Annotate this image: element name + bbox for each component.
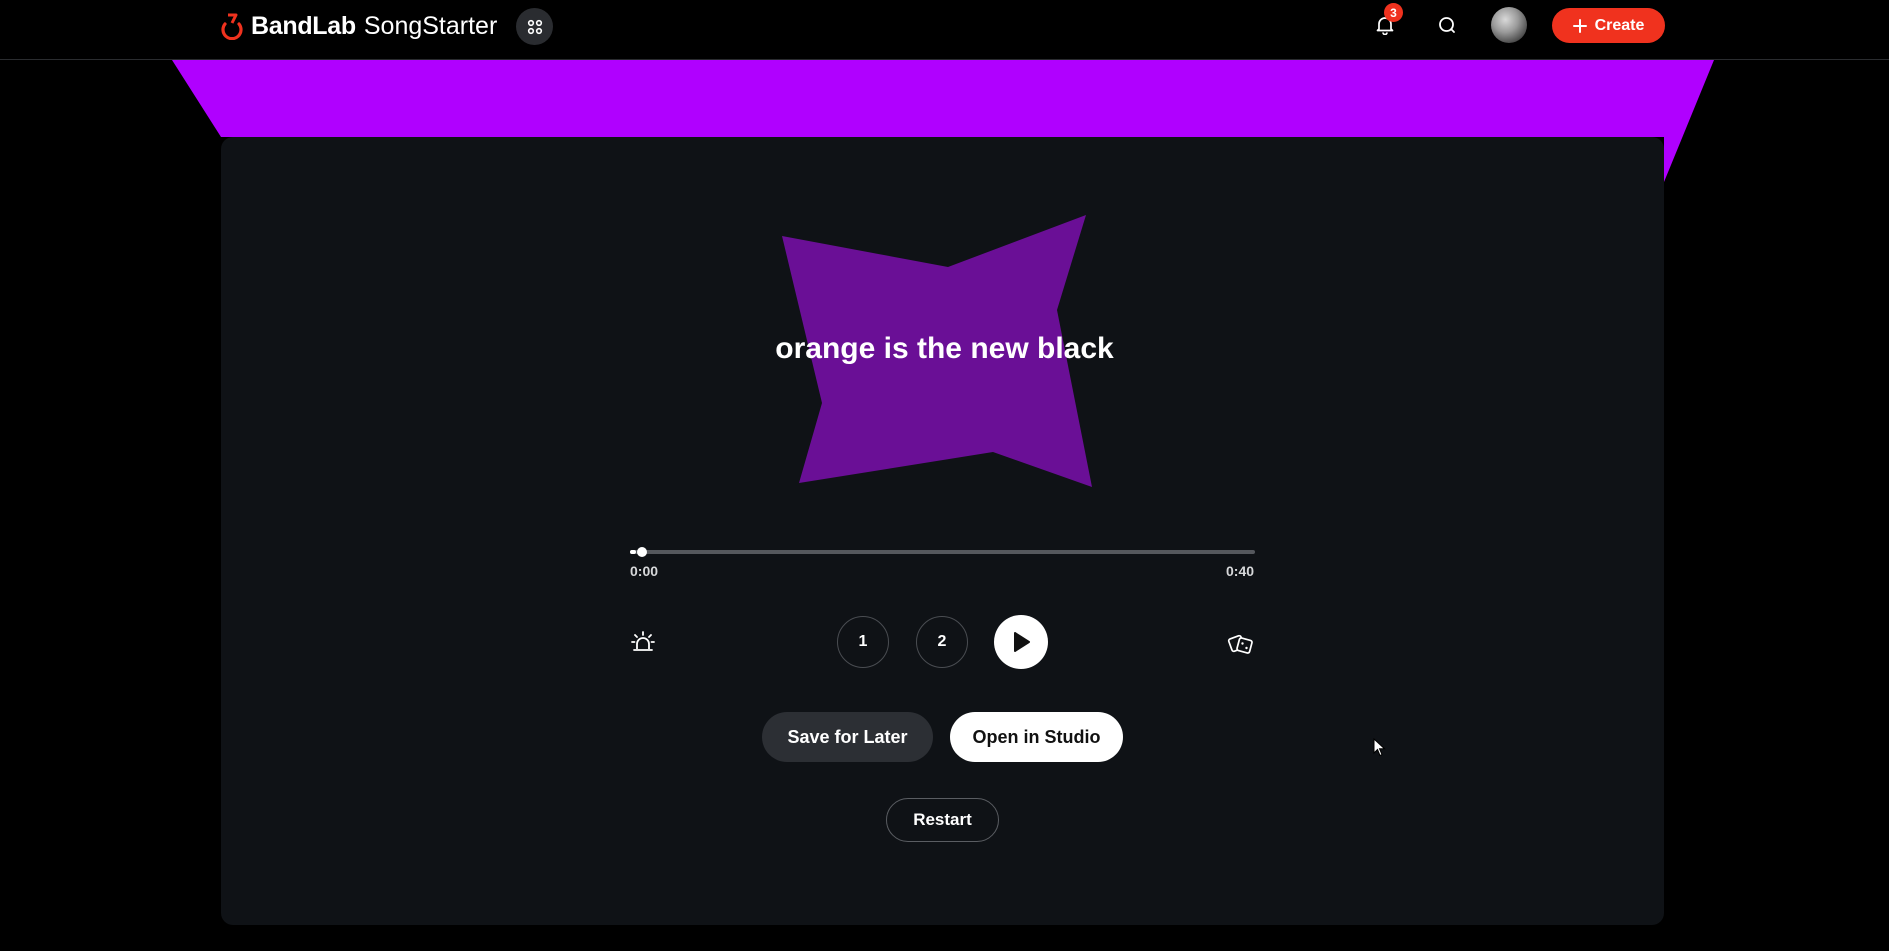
variation-2-button[interactable]: 2 — [916, 616, 968, 668]
progress-fill — [630, 550, 636, 554]
create-button[interactable]: Create — [1552, 8, 1665, 43]
save-for-later-button[interactable]: Save for Later — [762, 712, 933, 762]
dice-icon — [1227, 634, 1253, 654]
restart-button[interactable]: Restart — [886, 798, 999, 842]
brand-name: BandLab — [251, 11, 356, 40]
play-icon — [1014, 632, 1030, 652]
vibe-button[interactable] — [628, 627, 658, 657]
plus-icon — [1572, 18, 1587, 33]
open-in-studio-button[interactable]: Open in Studio — [950, 712, 1123, 762]
bandlab-logo[interactable]: BandLab SongStarter — [219, 12, 497, 40]
alarm-light-icon — [631, 631, 655, 651]
user-avatar[interactable] — [1491, 7, 1527, 43]
notification-count-badge: 3 — [1384, 3, 1403, 22]
variation-1-button[interactable]: 1 — [837, 616, 889, 668]
song-title: orange is the new black — [775, 332, 1114, 365]
current-time: 0:00 — [630, 563, 659, 579]
bandlab-logo-icon — [221, 13, 243, 40]
play-button[interactable] — [994, 615, 1048, 669]
progress-handle[interactable] — [637, 547, 647, 557]
shuffle-dice-button[interactable] — [1226, 627, 1256, 657]
top-navigation-bar: BandLab SongStarter 3 Create — [0, 0, 1889, 60]
apps-menu-button[interactable] — [516, 8, 553, 45]
mouse-cursor-icon — [1373, 738, 1386, 757]
search-button[interactable] — [1429, 7, 1465, 43]
progress-track[interactable] — [630, 550, 1255, 554]
apps-grid-icon — [527, 19, 542, 34]
duration-time: 0:40 — [1226, 563, 1255, 579]
create-button-label: Create — [1594, 16, 1645, 34]
product-name: SongStarter — [363, 11, 498, 40]
search-icon — [1439, 17, 1455, 33]
